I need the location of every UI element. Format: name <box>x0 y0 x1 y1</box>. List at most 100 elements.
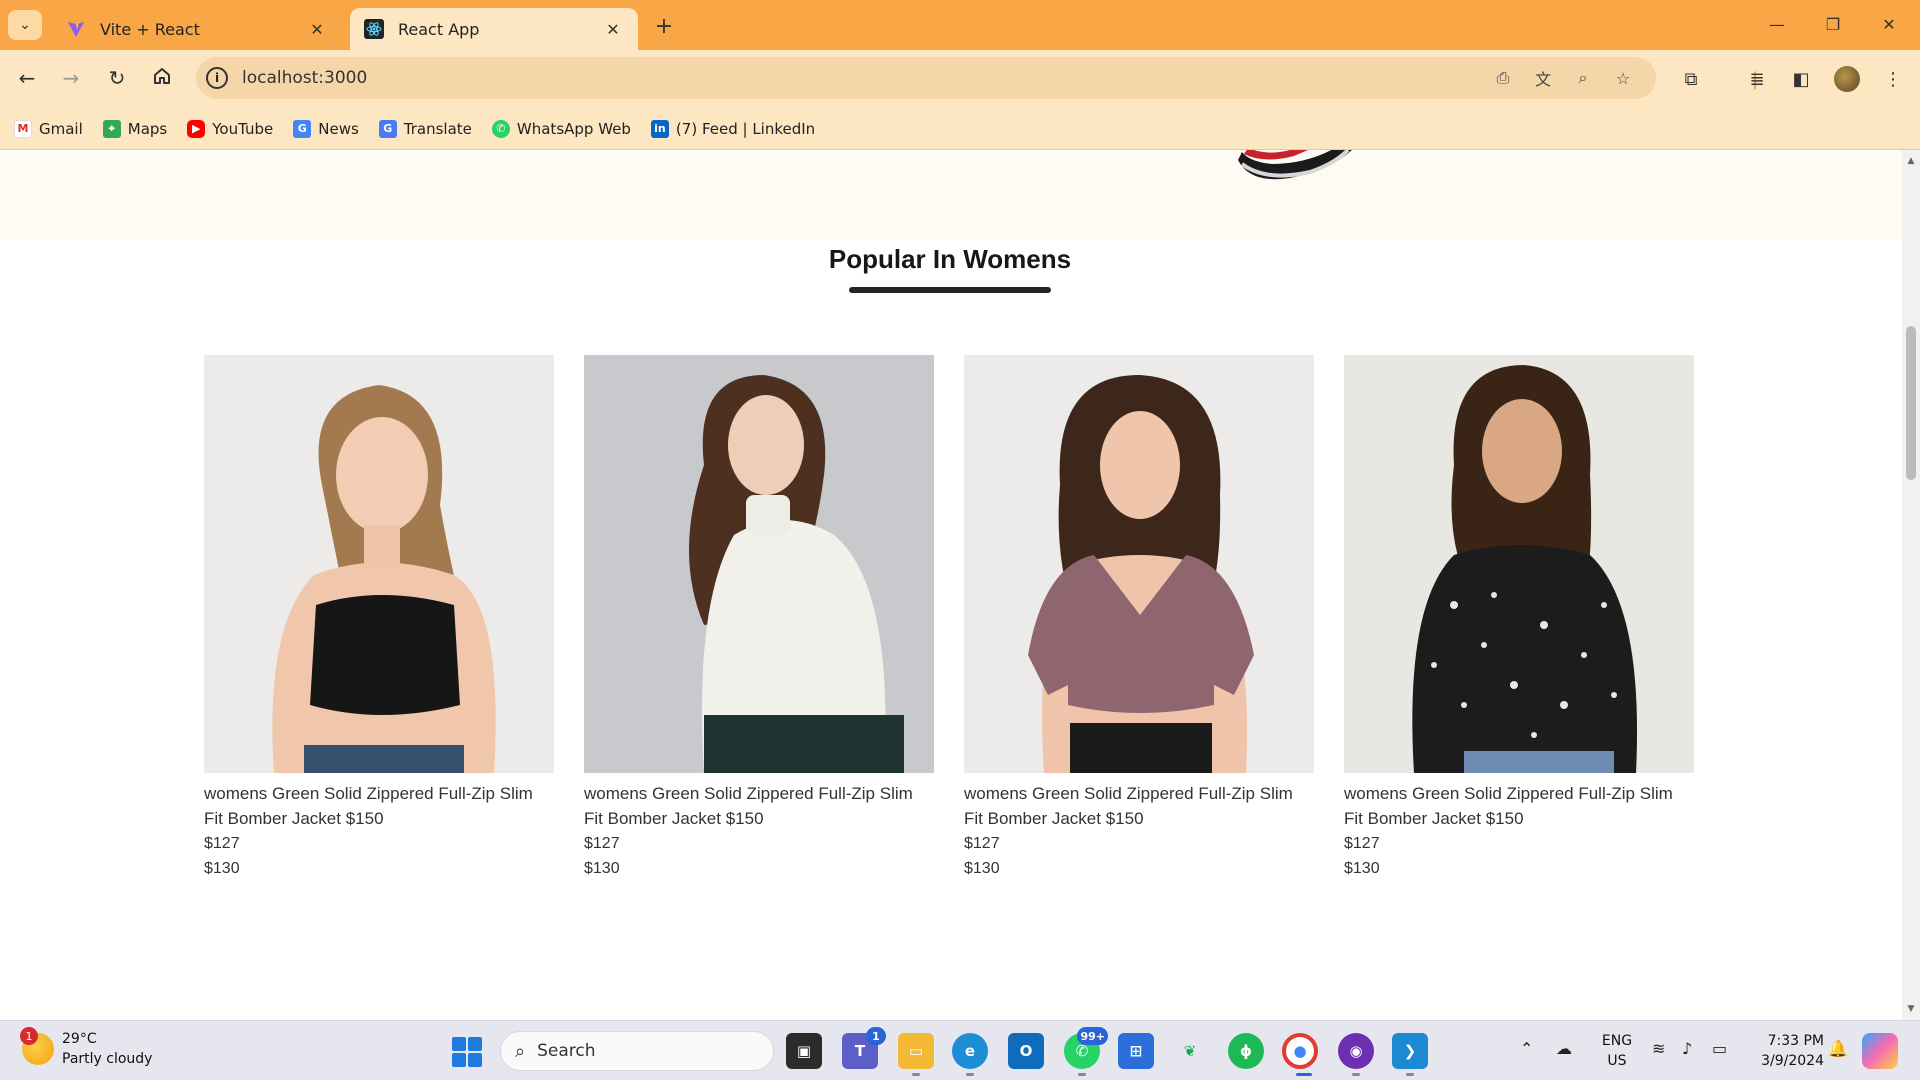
back-button[interactable]: ← <box>9 60 45 96</box>
install-app-icon[interactable]: ⎙ <box>1490 67 1516 89</box>
taskbar-search[interactable]: ⌕ Search <box>500 1031 774 1071</box>
battery-icon[interactable]: ▭ <box>1712 1039 1727 1058</box>
product-old-price: $130 <box>964 860 1000 877</box>
chrome-icon[interactable]: ● <box>1282 1033 1318 1069</box>
new-tab-button[interactable]: + <box>650 12 678 40</box>
product-card[interactable]: womens Green Solid Zippered Full-Zip Sli… <box>1344 355 1694 881</box>
bookmark-youtube[interactable]: ▶ YouTube <box>187 119 273 138</box>
bookmark-translate[interactable]: G Translate <box>378 119 472 138</box>
active-indicator <box>1296 1073 1312 1076</box>
show-hidden-icons-icon[interactable]: ⌃ <box>1520 1039 1533 1058</box>
title-underline <box>849 287 1051 293</box>
home-button[interactable] <box>144 60 180 96</box>
product-old-price: $130 <box>1344 860 1380 877</box>
product-card[interactable]: womens Green Solid Zippered Full-Zip Sli… <box>204 355 554 881</box>
outlook-icon[interactable]: O <box>1008 1033 1044 1069</box>
bookmark-news[interactable]: G News <box>293 119 359 138</box>
running-indicator <box>912 1073 920 1076</box>
clock[interactable]: 7:33 PM 3/9/2024 <box>1748 1031 1824 1071</box>
bookmark-label: Gmail <box>39 119 83 138</box>
site-info-button[interactable]: i <box>196 57 238 99</box>
translate-page-icon[interactable]: 文 <box>1530 67 1556 89</box>
close-window-button[interactable]: ✕ <box>1862 8 1916 40</box>
running-indicator <box>1406 1073 1414 1076</box>
tab-strip: ⌄ Vite + React ✕ React App ✕ + — ❐ ✕ <box>0 0 1920 50</box>
github-desktop-icon[interactable]: ◉ <box>1338 1033 1374 1069</box>
volume-icon[interactable]: ♪ <box>1682 1039 1692 1058</box>
scrollbar-thumb[interactable] <box>1906 326 1916 480</box>
tab-react-app[interactable]: React App ✕ <box>350 8 638 50</box>
forward-button[interactable]: → <box>53 60 89 96</box>
bookmark-label: Maps <box>127 119 168 138</box>
zoom-icon[interactable]: ⌕ <box>1570 67 1596 89</box>
restore-button[interactable]: ❐ <box>1806 8 1860 40</box>
tab-search-button[interactable]: ⌄ <box>8 10 42 40</box>
minimize-button[interactable]: — <box>1750 8 1804 40</box>
bookmark-maps[interactable]: ⌖ Maps <box>102 119 168 138</box>
start-button[interactable] <box>452 1037 482 1067</box>
profile-avatar[interactable] <box>1834 66 1860 92</box>
vscode-icon[interactable]: ❯ <box>1392 1033 1428 1069</box>
bookmark-label: News <box>318 119 359 138</box>
store-icon[interactable]: ⊞ <box>1118 1033 1154 1069</box>
maps-icon: ⌖ <box>102 119 121 138</box>
url-text[interactable]: localhost:3000 <box>242 68 367 88</box>
mongodb-icon[interactable]: ❦ <box>1172 1033 1208 1069</box>
language-indicator[interactable]: ENG US <box>1596 1031 1638 1071</box>
task-view-icon[interactable]: ▣ <box>786 1033 822 1069</box>
news-icon: G <box>293 119 312 138</box>
tab-title: React App <box>398 19 480 39</box>
product-image[interactable] <box>1344 355 1694 773</box>
tab-vite-react[interactable]: Vite + React ✕ <box>52 8 342 50</box>
product-card[interactable]: womens Green Solid Zippered Full-Zip Sli… <box>964 355 1314 881</box>
plus-icon: + <box>654 13 674 39</box>
media-control-icon[interactable]: ≣ <box>1742 64 1772 94</box>
bookmark-label: Translate <box>403 119 472 138</box>
lang-line-2: US <box>1607 1053 1627 1069</box>
copilot-icon[interactable] <box>1862 1033 1898 1069</box>
section-title: Popular In Womens <box>828 244 1072 274</box>
bookmark-gmail[interactable]: M Gmail <box>14 119 83 138</box>
bookmark-star-icon[interactable]: ☆ <box>1610 67 1636 89</box>
weather-badge: 1 <box>20 1027 38 1045</box>
close-tab-icon[interactable]: ✕ <box>602 18 624 40</box>
menu-kebab-icon[interactable]: ⋮ <box>1878 64 1908 94</box>
bookmark-whatsapp[interactable]: ✆ WhatsApp Web <box>491 119 631 138</box>
search-icon: ⌕ <box>515 1040 526 1062</box>
edge-icon[interactable]: e <box>952 1033 988 1069</box>
product-name[interactable]: womens Green Solid Zippered Full-Zip Sli… <box>584 781 934 831</box>
notification-bell-icon[interactable]: 🔔 <box>1828 1039 1848 1058</box>
running-indicator <box>1078 1073 1086 1076</box>
product-image[interactable] <box>204 355 554 773</box>
close-tab-icon[interactable]: ✕ <box>306 18 328 40</box>
weather-widget[interactable]: 1 29°C Partly cloudy <box>20 1027 152 1069</box>
product-image[interactable] <box>964 355 1314 773</box>
browser-toolbar: ← → ↻ i localhost:3000 ⎙ 文 ⌕ ☆ ⧉ | ≣ ◧ ⋮ <box>0 50 1920 108</box>
scroll-up-arrow-icon[interactable]: ▲ <box>1906 156 1916 166</box>
arrow-right-icon: → <box>62 66 80 90</box>
side-panel-icon[interactable]: ◧ <box>1786 64 1816 94</box>
bookmark-label: WhatsApp Web <box>516 119 631 138</box>
arrow-left-icon: ← <box>18 66 36 90</box>
onedrive-status-icon[interactable]: ☁ <box>1556 1039 1572 1058</box>
product-card[interactable]: womens Green Solid Zippered Full-Zip Sli… <box>584 355 934 881</box>
reload-icon: ↻ <box>108 66 126 90</box>
page-scrollbar[interactable]: ▲ ▼ <box>1902 150 1920 1020</box>
extensions-icon[interactable]: ⧉ <box>1676 64 1706 94</box>
teams-icon[interactable]: T1 <box>842 1027 886 1069</box>
reload-button[interactable]: ↻ <box>99 60 135 96</box>
whatsapp-app-icon[interactable]: ✆ 99+ <box>1064 1027 1108 1069</box>
product-name[interactable]: womens Green Solid Zippered Full-Zip Sli… <box>1344 781 1694 831</box>
vite-icon <box>66 19 86 39</box>
file-explorer-icon[interactable]: ▭ <box>898 1033 934 1069</box>
product-image[interactable] <box>584 355 934 773</box>
product-name[interactable]: womens Green Solid Zippered Full-Zip Sli… <box>964 781 1314 831</box>
address-bar[interactable]: i localhost:3000 ⎙ 文 ⌕ ☆ <box>196 57 1656 99</box>
whatsapp-icon: ✆ <box>491 119 510 138</box>
wifi-icon[interactable]: ≋ <box>1652 1039 1665 1058</box>
scroll-down-arrow-icon[interactable]: ▼ <box>1906 1004 1916 1014</box>
product-name[interactable]: womens Green Solid Zippered Full-Zip Sli… <box>204 781 554 831</box>
running-indicator <box>1352 1073 1360 1076</box>
bookmark-linkedin[interactable]: in (7) Feed | LinkedIn <box>650 119 815 138</box>
app-icon[interactable]: ɸ <box>1228 1033 1264 1069</box>
